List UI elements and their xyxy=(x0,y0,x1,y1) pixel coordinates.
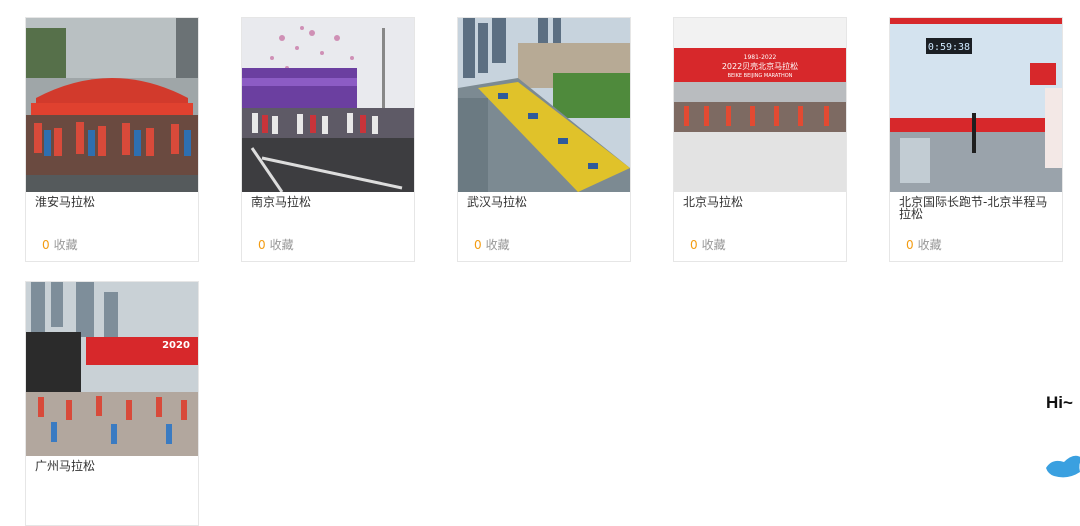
favorite-counter[interactable]: 0 收藏 xyxy=(42,236,78,253)
banner-title: 2022贝壳北京马拉松 xyxy=(722,61,798,71)
event-card-beijing[interactable]: 1981-2022 2022贝壳北京马拉松 BEIKE BEIJING MARA… xyxy=(673,17,847,262)
event-card-huaian[interactable]: 淮安马拉松 0 收藏 xyxy=(25,17,199,262)
event-card-guangzhou[interactable]: 2020 广州马拉松 xyxy=(25,281,199,526)
event-photo[interactable]: 2020 xyxy=(26,282,198,456)
event-title[interactable]: 北京国际长跑节-北京半程马拉松 xyxy=(899,196,1054,220)
favorite-count: 0 xyxy=(474,238,482,252)
favorite-label: 收藏 xyxy=(269,238,294,252)
favorite-count: 0 xyxy=(42,238,50,252)
banner-years: 1981-2022 xyxy=(744,54,777,61)
favorite-count: 0 xyxy=(906,238,914,252)
event-photo[interactable] xyxy=(242,18,414,192)
event-card-beijing-half[interactable]: 0:59:38 北京国际长跑节-北京半程马拉松 0 收藏 xyxy=(889,17,1063,262)
banner-subtitle: BEIKE BEIJING MARATHON xyxy=(728,73,793,79)
favorite-label: 收藏 xyxy=(485,238,510,252)
event-title[interactable]: 南京马拉松 xyxy=(251,196,406,208)
event-title[interactable]: 广州马拉松 xyxy=(35,460,190,472)
favorite-counter[interactable]: 0 收藏 xyxy=(690,236,726,253)
event-title[interactable]: 淮安马拉松 xyxy=(35,196,190,208)
favorite-count: 0 xyxy=(690,238,698,252)
favorite-count: 0 xyxy=(258,238,266,252)
race-clock: 0:59:38 xyxy=(928,42,970,53)
event-title[interactable]: 武汉马拉松 xyxy=(467,196,622,208)
event-photo[interactable] xyxy=(26,18,198,192)
event-photo[interactable] xyxy=(458,18,630,192)
event-card-nanjing[interactable]: 南京马拉松 0 收藏 xyxy=(241,17,415,262)
favorite-counter[interactable]: 0 收藏 xyxy=(258,236,294,253)
event-photo[interactable]: 0:59:38 xyxy=(890,18,1062,192)
banner-year: 2020 xyxy=(162,340,190,351)
chat-greeting[interactable]: Hi~ xyxy=(1046,393,1073,413)
event-title[interactable]: 北京马拉松 xyxy=(683,196,838,208)
event-card-wuhan[interactable]: 武汉马拉松 0 收藏 xyxy=(457,17,631,262)
favorite-label: 收藏 xyxy=(917,238,942,252)
favorite-label: 收藏 xyxy=(53,238,78,252)
event-grid: 淮安马拉松 0 收藏 南京马拉松 0 收藏 武汉马拉松 0 收藏 1981-20… xyxy=(0,0,1080,526)
favorite-counter[interactable]: 0 收藏 xyxy=(906,236,942,253)
event-photo[interactable]: 1981-2022 2022贝壳北京马拉松 BEIKE BEIJING MARA… xyxy=(674,18,846,192)
favorite-label: 收藏 xyxy=(701,238,726,252)
favorite-counter[interactable]: 0 收藏 xyxy=(474,236,510,253)
